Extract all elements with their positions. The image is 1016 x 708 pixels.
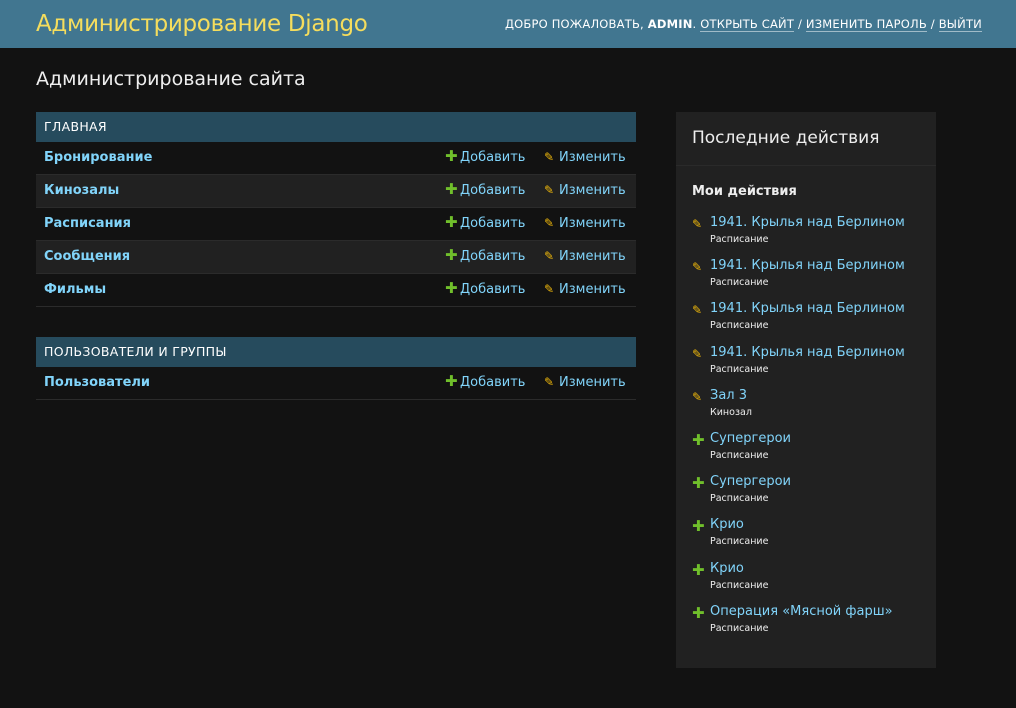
module-caption[interactable]: ГЛАВНАЯ	[36, 112, 636, 142]
model-row: Расписания ✚ Добавить ✎ Изменить	[36, 208, 636, 241]
plus-icon: ✚	[445, 246, 458, 264]
user-tools: ДОБРО ПОЖАЛОВАТЬ, ADMIN. ОТКРЫТЬ САЙТ / …	[504, 17, 982, 32]
page-title: Администрирование сайта	[36, 68, 306, 90]
action-link[interactable]: Крио	[710, 517, 744, 532]
model-row: Бронирование ✚ Добавить ✎ Изменить	[36, 142, 636, 175]
change-password-link[interactable]: ИЗМЕНИТЬ ПАРОЛЬ	[805, 17, 927, 32]
separator: /	[926, 17, 939, 31]
action-link[interactable]: Зал 3	[710, 388, 747, 403]
action-link[interactable]: Крио	[710, 561, 744, 576]
model-link-users[interactable]: Пользователи	[44, 375, 150, 390]
logout-link[interactable]: ВЫЙТИ	[938, 17, 982, 32]
action-type: Расписание	[710, 363, 769, 375]
change-link[interactable]: ✎ Изменить	[544, 183, 626, 198]
add-link[interactable]: ✚ Добавить	[445, 147, 525, 166]
change-link[interactable]: ✎ Изменить	[544, 216, 626, 231]
site-branding[interactable]: Администрирование Django	[36, 11, 368, 37]
add-link[interactable]: ✚ Добавить	[445, 372, 525, 391]
username: ADMIN	[647, 17, 693, 31]
model-row: Пользователи ✚ Добавить ✎ Изменить	[36, 367, 636, 400]
action-link[interactable]: 1941. Крылья над Берлином	[710, 258, 905, 273]
recent-actions-sidebar: Последние действия Мои действия ✎ 1941. …	[676, 112, 936, 668]
add-link[interactable]: ✚ Добавить	[445, 246, 525, 265]
model-row: Кинозалы ✚ Добавить ✎ Изменить	[36, 175, 636, 208]
change-link[interactable]: ✎ Изменить	[544, 249, 626, 264]
action-type: Расписание	[710, 234, 769, 245]
action-type: Расписание	[710, 277, 769, 289]
pencil-icon: ✎	[692, 260, 703, 275]
plus-icon: ✚	[445, 213, 458, 231]
model-link-halls[interactable]: Кинозалы	[44, 183, 119, 198]
action-type: Расписание	[710, 320, 769, 332]
action-type: Расписание	[710, 579, 769, 591]
action-link[interactable]: 1941. Крылья над Берлином	[710, 301, 905, 316]
pencil-icon: ✎	[544, 249, 555, 263]
model-link-messages[interactable]: Сообщения	[44, 249, 130, 264]
change-link[interactable]: ✎ Изменить	[544, 282, 626, 297]
model-row: Фильмы ✚ Добавить ✎ Изменить	[36, 274, 636, 307]
view-site-link[interactable]: ОТКРЫТЬ САЙТ	[700, 17, 795, 32]
action-type: Расписание	[710, 536, 769, 548]
pencil-icon: ✎	[692, 389, 703, 404]
app-list: ГЛАВНАЯ Бронирование ✚ Добавить ✎ Изменить…	[36, 112, 636, 430]
module-main: ГЛАВНАЯ Бронирование ✚ Добавить ✎ Изменить…	[36, 112, 636, 307]
model-row: Сообщения ✚ Добавить ✎ Изменить	[36, 241, 636, 274]
add-link[interactable]: ✚ Добавить	[445, 213, 525, 232]
change-link[interactable]: ✎ Изменить	[544, 375, 626, 390]
change-link[interactable]: ✎ Изменить	[544, 150, 626, 165]
pencil-icon: ✎	[692, 217, 703, 231]
period: .	[692, 17, 697, 31]
plus-icon: ✚	[445, 279, 458, 297]
module-caption[interactable]: ПОЛЬЗОВАТЕЛИ И ГРУППЫ	[36, 337, 636, 367]
plus-icon: ✚	[445, 147, 458, 165]
action-type: Расписание	[710, 493, 769, 505]
action-link[interactable]: 1941. Крылья над Берлином	[710, 215, 905, 230]
plus-icon: ✚	[692, 430, 705, 449]
action-link[interactable]: Операция «Мясной фарш»	[710, 604, 893, 619]
action-link[interactable]: Супергерои	[710, 474, 791, 489]
pencil-icon: ✎	[544, 183, 555, 197]
sidebar-subtitle: Мои действия	[692, 184, 797, 199]
action-type: Расписание	[710, 622, 769, 634]
plus-icon: ✚	[692, 517, 705, 536]
pencil-icon: ✎	[544, 150, 555, 164]
pencil-icon: ✎	[544, 216, 555, 230]
action-type: Кинозал	[710, 406, 752, 418]
action-type: Расписание	[710, 449, 769, 461]
plus-icon: ✚	[692, 560, 705, 579]
model-link-films[interactable]: Фильмы	[44, 282, 106, 297]
action-link[interactable]: Супергерои	[710, 431, 791, 446]
pencil-icon: ✎	[544, 282, 555, 296]
model-link-schedules[interactable]: Расписания	[44, 216, 131, 231]
action-link[interactable]: 1941. Крылья над Берлином	[710, 345, 905, 360]
sidebar-title: Последние действия	[676, 112, 936, 166]
add-link[interactable]: ✚ Добавить	[445, 279, 525, 298]
model-link-bookings[interactable]: Бронирование	[44, 150, 152, 165]
header: Администрирование Django ДОБРО ПОЖАЛОВАТ…	[0, 0, 1016, 48]
separator: /	[794, 17, 806, 31]
module-auth: ПОЛЬЗОВАТЕЛИ И ГРУППЫ Пользователи ✚ Доба…	[36, 337, 636, 400]
plus-icon: ✚	[692, 603, 705, 622]
welcome-text: ДОБРО ПОЖАЛОВАТЬ,	[504, 17, 648, 31]
pencil-icon: ✎	[692, 346, 703, 361]
plus-icon: ✚	[445, 372, 458, 390]
add-link[interactable]: ✚ Добавить	[445, 180, 525, 199]
plus-icon: ✚	[692, 474, 705, 493]
pencil-icon: ✎	[544, 375, 555, 389]
pencil-icon: ✎	[692, 303, 703, 318]
plus-icon: ✚	[445, 180, 458, 198]
